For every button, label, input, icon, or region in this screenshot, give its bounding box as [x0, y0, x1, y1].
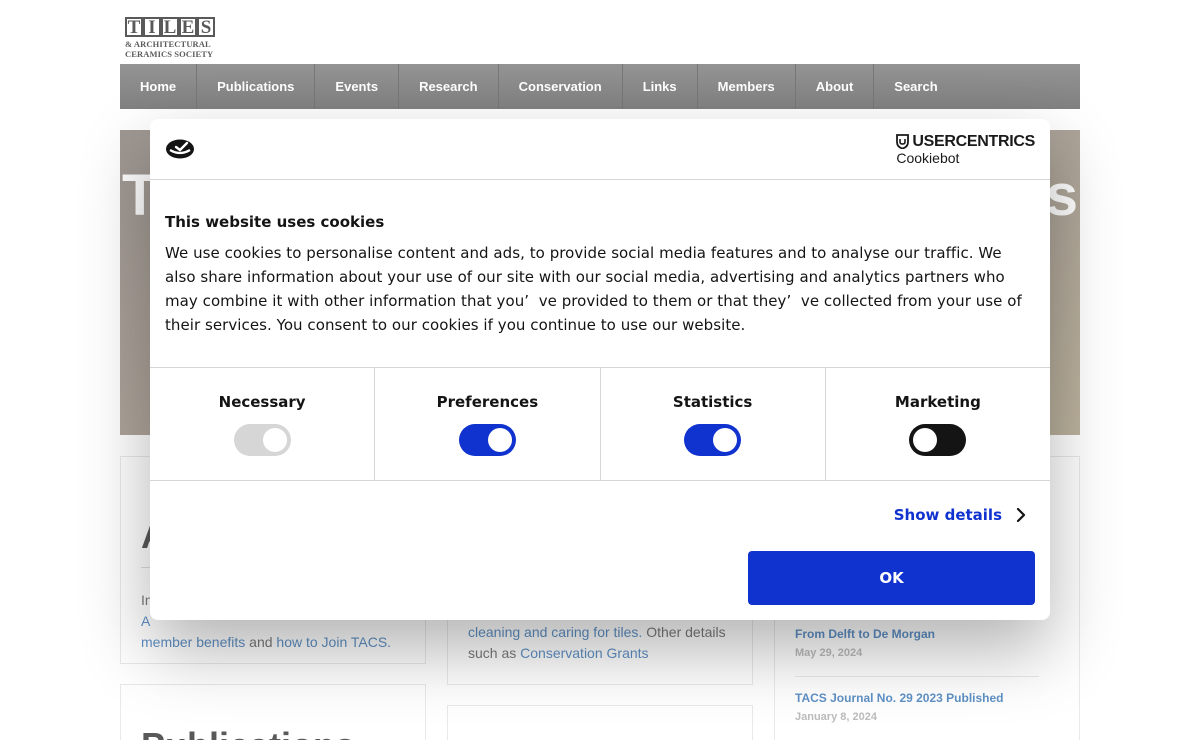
- cookiebot-logo-icon: [166, 139, 194, 159]
- toggle-label: Preferences: [436, 393, 539, 411]
- shield-icon: [896, 134, 910, 149]
- dialog-description: We use cookies to personalise content an…: [165, 244, 1022, 334]
- ok-button[interactable]: OK: [748, 551, 1035, 605]
- switch-knob: [262, 428, 287, 452]
- toggle-preferences: Preferences: [375, 368, 601, 480]
- necessary-switch: [233, 424, 291, 456]
- toggle-label: Marketing: [894, 393, 981, 411]
- dialog-title: This website uses cookies: [165, 213, 385, 231]
- statistics-switch[interactable]: [684, 424, 742, 456]
- chevron-right-icon: [1016, 507, 1026, 523]
- dialog-header: USERCENTRICS Cookiebot: [150, 119, 1050, 180]
- details-row: Show details: [150, 481, 1050, 551]
- toggle-statistics: Statistics: [601, 368, 826, 480]
- toggle-marketing: Marketing: [826, 368, 1050, 480]
- toggle-label: Necessary: [218, 393, 306, 411]
- toggle-necessary: Necessary: [150, 368, 376, 480]
- usercentrics-brand[interactable]: USERCENTRICS Cookiebot: [896, 133, 1035, 166]
- toggle-label: Statistics: [672, 393, 753, 411]
- dialog-body: This website uses cookies We use cookies…: [150, 180, 1050, 368]
- switch-knob: [713, 428, 738, 452]
- show-details-button[interactable]: Show details: [894, 506, 1026, 524]
- preferences-switch[interactable]: [458, 424, 516, 456]
- marketing-switch[interactable]: [909, 424, 967, 456]
- brand-sub: Cookiebot: [896, 150, 960, 166]
- consent-toggles: Necessary Preferences Statistics Marketi…: [150, 368, 1050, 481]
- cookie-consent-dialog: USERCENTRICS Cookiebot This website uses…: [150, 119, 1050, 620]
- brand-name: USERCENTRICS: [912, 133, 1035, 150]
- switch-knob: [913, 428, 938, 452]
- show-details-label: Show details: [893, 506, 1002, 524]
- switch-knob: [487, 428, 512, 452]
